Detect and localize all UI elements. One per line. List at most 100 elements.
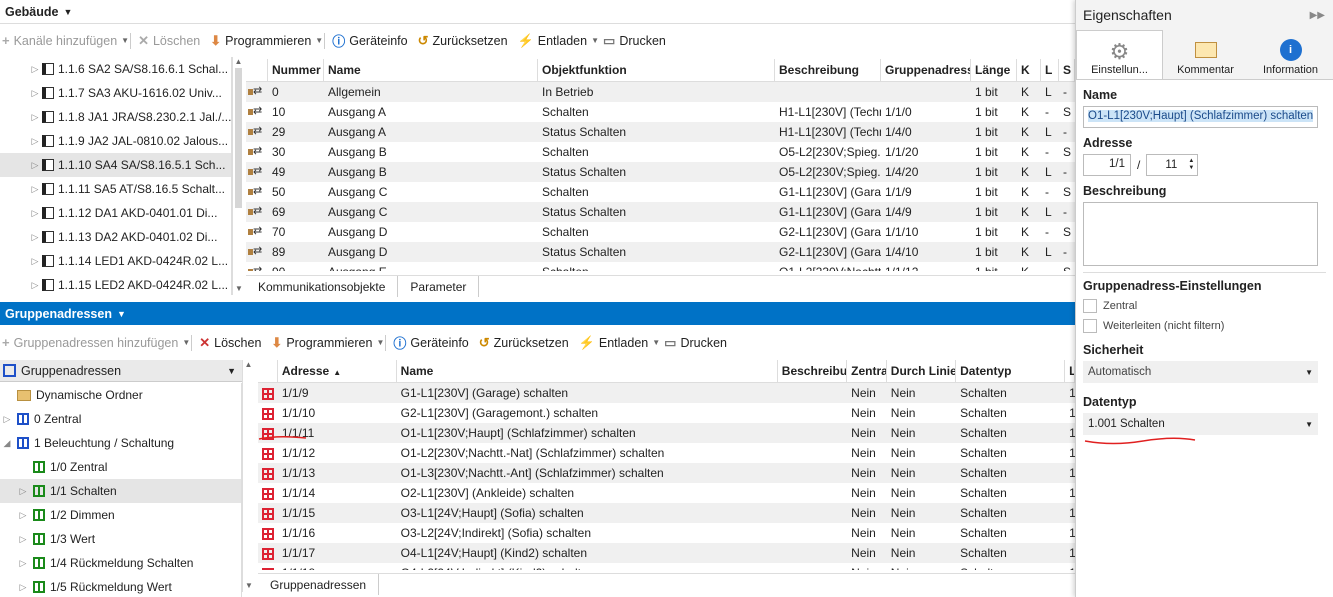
programmieren-button[interactable]: ⬇ Programmieren xyxy=(210,33,311,49)
expand-icon[interactable]: ▷ xyxy=(18,558,28,569)
tab-parameter[interactable]: Parameter xyxy=(398,276,480,297)
device-tree-item[interactable]: ▷ 1.1.15 LED2 AKD-0424R.02 L... xyxy=(0,273,231,295)
ga-tree-item[interactable]: ◢ 1 Beleuchtung / Schaltung xyxy=(0,431,241,455)
drucken-button[interactable]: ▭ Drucken xyxy=(664,335,727,351)
ko-col-header[interactable]: Gruppenadresse xyxy=(881,59,971,82)
chevron-down-icon[interactable]: ▼ xyxy=(591,36,599,45)
expand-icon[interactable]: ▷ xyxy=(18,534,28,545)
expand-icon[interactable]: ▷ xyxy=(18,582,28,593)
address-main-field[interactable]: 1/1 xyxy=(1083,154,1131,176)
kanäle-hinzufügen-button[interactable]: + Kanäle hinzufügen xyxy=(2,33,117,48)
ga-col-header[interactable]: Adresse ▲ xyxy=(278,360,397,383)
table-row[interactable]: 1/1/11 O1-L1[230V;Haupt] (Schlafzimmer) s… xyxy=(258,423,1075,443)
löschen-button[interactable]: ✕ Löschen xyxy=(138,33,200,49)
table-row[interactable]: 1/1/16 O3-L2[24V;Indirekt] (Sofia) schalt… xyxy=(258,523,1075,543)
expand-icon[interactable]: ▷ xyxy=(18,486,28,497)
table-row[interactable]: 10 Ausgang A Schalten H1-L1[230V] (Techn...… xyxy=(246,102,1075,122)
chevron-down-icon[interactable]: ▼ xyxy=(376,338,384,347)
table-row[interactable]: 70 Ausgang D Schalten G2-L1[230V] (Gara... 1… xyxy=(246,222,1075,242)
collapse-panel-icon[interactable]: ▶▶ xyxy=(1310,10,1325,21)
expand-icon[interactable]: ▷ xyxy=(30,232,40,243)
ga-tree-item[interactable]: ▷ 1/1 Schalten xyxy=(0,479,241,503)
expand-icon[interactable]: ▷ xyxy=(30,280,40,291)
description-field[interactable] xyxy=(1083,202,1318,266)
central-checkbox[interactable]: Zentral xyxy=(1083,299,1333,313)
name-field[interactable]: O1-L1[230V;Haupt] (Schlafzimmer) schalte… xyxy=(1083,106,1318,128)
ga-col-header[interactable]: Datentyp xyxy=(956,360,1066,383)
scroll-down-icon[interactable]: ▼ xyxy=(235,284,243,293)
device-tree-item[interactable]: ▷ 1.1.10 SA4 SA/S8.16.5.1 Sch... xyxy=(0,153,231,177)
table-row[interactable]: 1/1/17 O4-L1[24V;Haupt] (Kind2) schalten N… xyxy=(258,543,1075,563)
entladen-button[interactable]: ⚡ Entladen xyxy=(518,33,588,49)
ga-tree-item[interactable]: ▷ 1/2 Dimmen xyxy=(0,503,241,527)
löschen-button[interactable]: ✕ Löschen xyxy=(199,335,261,351)
expand-icon[interactable]: ▷ xyxy=(30,208,40,219)
tab-information[interactable]: i Information xyxy=(1248,30,1333,79)
table-row[interactable]: 89 Ausgang D Status Schalten G2-L1[230V] (G… xyxy=(246,242,1075,262)
drucken-button[interactable]: ▭ Drucken xyxy=(603,33,666,49)
table-row[interactable]: 1/1/10 G2-L1[230V] (Garagemont.) schalten… xyxy=(258,403,1075,423)
ga-tree-item[interactable]: ▷ 1/3 Wert xyxy=(0,527,241,551)
table-row[interactable]: 1/1/13 O1-L3[230V;Nachtt.-Ant] (Schlafzim… xyxy=(258,463,1075,483)
table-row[interactable]: 1/1/12 O1-L2[230V;Nachtt.-Nat] (Schlafzim… xyxy=(258,443,1075,463)
device-tree-item[interactable]: ▷ 1.1.13 DA2 AKD-0401.02 Di... xyxy=(0,225,231,249)
ga-tree-scrollbar[interactable]: ▲ ▼ xyxy=(242,360,254,592)
table-row[interactable]: 29 Ausgang A Status Schalten H1-L1[230V] (T… xyxy=(246,122,1075,142)
table-row[interactable]: 1/1/15 O3-L1[24V;Haupt] (Sofia) schalten N… xyxy=(258,503,1075,523)
expand-icon[interactable]: ▷ xyxy=(30,136,40,147)
table-row[interactable]: 1/1/14 O2-L1[230V] (Ankleide) schalten Nei… xyxy=(258,483,1075,503)
ga-tree-item[interactable]: ▷ 1/5 Rückmeldung Wert xyxy=(0,575,241,597)
device-tree-item[interactable]: ▷ 1.1.6 SA2 SA/S8.16.6.1 Schal... xyxy=(0,57,231,81)
expand-icon[interactable]: ▷ xyxy=(18,510,28,521)
scroll-up-icon[interactable]: ▲ xyxy=(233,57,244,66)
table-row[interactable]: 30 Ausgang B Schalten O5-L2[230V;Spieg... 1/… xyxy=(246,142,1075,162)
ga-col-header[interactable]: Name xyxy=(397,360,778,383)
address-sub-stepper[interactable]: 11 ▲ ▼ xyxy=(1146,154,1199,176)
device-tree-item[interactable]: ▷ 1.1.7 SA3 AKU-1616.02 Univ... xyxy=(0,81,231,105)
ko-col-header[interactable]: K xyxy=(1017,59,1041,82)
stepper-arrows-icon[interactable]: ▲ ▼ xyxy=(1188,158,1197,172)
ga-col-header[interactable]: Beschreibung xyxy=(778,360,848,383)
datatype-dropdown[interactable]: 1.001 Schalten ▼ xyxy=(1083,413,1318,435)
table-row[interactable]: 49 Ausgang B Status Schalten O5-L2[230V;Spi… xyxy=(246,162,1075,182)
ko-col-header[interactable]: S xyxy=(1059,59,1075,82)
ko-col-header[interactable]: Objektfunktion xyxy=(538,59,775,82)
ga-tree-item[interactable]: ▷ 0 Zentral xyxy=(0,407,241,431)
forward-checkbox[interactable]: Weiterleiten (nicht filtern) xyxy=(1083,319,1333,333)
tab-comment[interactable]: Kommentar xyxy=(1163,30,1248,79)
expand-icon[interactable]: ▷ xyxy=(30,64,40,75)
geräteinfo-button[interactable]: ⓘ Geräteinfo xyxy=(332,31,407,50)
chevron-down-icon[interactable]: ▼ xyxy=(227,366,236,376)
tab-kommunikationsobjekte[interactable]: Kommunikationsobjekte xyxy=(246,276,399,297)
tab-settings[interactable]: ⚙ Einstellun... xyxy=(1076,30,1163,79)
device-tree-item[interactable]: ▷ 1.1.8 JA1 JRA/S8.230.2.1 Jal./... xyxy=(0,105,231,129)
chevron-down-icon[interactable]: ▼ xyxy=(121,36,129,45)
zurücksetzen-button[interactable]: ↺ Zurücksetzen xyxy=(418,33,508,49)
expand-icon[interactable]: ▷ xyxy=(30,88,40,99)
scroll-down-icon[interactable]: ▼ xyxy=(245,581,253,590)
chevron-down-icon[interactable]: ▼ xyxy=(652,338,660,347)
device-tree-item[interactable]: ▷ 1.1.11 SA5 AT/S8.16.5 Schalt... xyxy=(0,177,231,201)
expand-icon[interactable]: ▷ xyxy=(30,112,40,123)
chevron-down-icon[interactable]: ▼ xyxy=(182,338,190,347)
ko-col-header[interactable]: Beschreibung xyxy=(775,59,881,82)
geräteinfo-button[interactable]: ⓘ Geräteinfo xyxy=(393,333,468,352)
entladen-button[interactable]: ⚡ Entladen xyxy=(579,335,649,351)
expand-icon[interactable]: ▷ xyxy=(30,184,40,195)
device-tree-item[interactable]: ▷ 1.1.12 DA1 AKD-0401.01 Di... xyxy=(0,201,231,225)
expand-icon[interactable]: ▷ xyxy=(30,256,40,267)
security-dropdown[interactable]: Automatisch ▼ xyxy=(1083,361,1318,383)
table-row[interactable]: 69 Ausgang C Status Schalten G1-L1[230V] (G… xyxy=(246,202,1075,222)
expand-icon[interactable]: ▷ xyxy=(2,414,12,425)
ko-col-header[interactable]: Name xyxy=(324,59,538,82)
central-checkbox-box[interactable] xyxy=(1083,299,1097,313)
tab-gruppenadressen[interactable]: Gruppenadressen xyxy=(258,574,380,595)
expand-icon[interactable]: ◢ xyxy=(2,438,12,449)
device-tree-scrollbar[interactable]: ▲ ▼ xyxy=(232,57,244,295)
ga-tree-item[interactable]: ▷ 1/4 Rückmeldung Schalten xyxy=(0,551,241,575)
ga-tree-item[interactable]: Dynamische Ordner xyxy=(0,383,241,407)
ga-tree-item[interactable]: 1/0 Zentral xyxy=(0,455,241,479)
device-tree-item[interactable]: ▷ 1.1.9 JA2 JAL-0810.02 Jalous... xyxy=(0,129,231,153)
ga-col-header[interactable]: Durch Linien xyxy=(887,360,957,383)
buildings-panel-header[interactable]: Gebäude ▼ xyxy=(0,0,1075,24)
